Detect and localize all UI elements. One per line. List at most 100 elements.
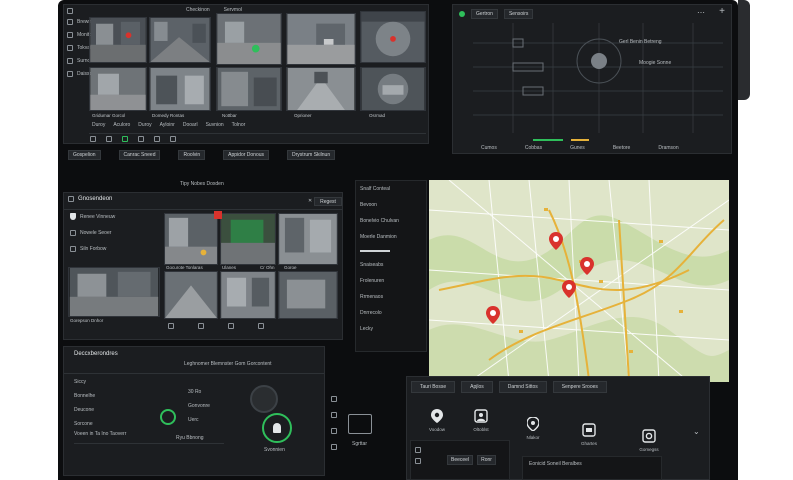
expand-icon[interactable] — [258, 323, 264, 329]
action-button[interactable]: Ryu Bbnong — [176, 435, 204, 441]
control-label[interactable]: Duroy — [92, 122, 105, 128]
tab[interactable]: Tauri Bosse — [411, 381, 456, 393]
map-pin-icon[interactable] — [549, 232, 563, 250]
more-icon[interactable]: ⋯ — [697, 8, 705, 17]
filter-button[interactable]: Gospelion — [68, 150, 101, 160]
panel-subtitle: Leghnomer Blemnster Gom Gorcontent — [184, 361, 272, 367]
volume-icon[interactable] — [170, 136, 176, 142]
filter-button[interactable]: Canrac Sneed — [118, 150, 161, 160]
camera-feed[interactable] — [89, 17, 147, 63]
control-label[interactable]: Tolnor — [232, 122, 246, 128]
snapshot-icon[interactable] — [138, 136, 144, 142]
zoom-icon[interactable] — [154, 136, 160, 142]
camera-feed[interactable] — [286, 13, 356, 65]
side-item[interactable]: Nowele Seoer — [80, 230, 111, 236]
quick-action[interactable]: Ghartes — [571, 423, 607, 446]
camera-feed[interactable] — [220, 271, 276, 319]
status-ring[interactable] — [262, 413, 292, 443]
tool-icon[interactable] — [331, 428, 337, 434]
tab[interactable]: Senpere Srooes — [552, 381, 607, 393]
camera-feed[interactable] — [216, 67, 282, 111]
sub-tab[interactable]: Ronr — [477, 455, 496, 465]
control-label[interactable]: Suvnion — [206, 122, 224, 128]
event-item[interactable]: Rrmenaos — [360, 294, 399, 300]
camera-feed[interactable] — [149, 67, 211, 111]
camera-feed[interactable] — [164, 271, 218, 319]
expand-icon[interactable] — [228, 323, 234, 329]
list-item[interactable]: Bonnelhe — [74, 393, 95, 399]
alert-icon[interactable] — [214, 211, 222, 219]
camera-feed[interactable] — [278, 271, 338, 319]
menu-icon[interactable] — [415, 447, 421, 453]
camera-feed[interactable] — [360, 67, 426, 111]
tool-icon[interactable] — [331, 444, 337, 450]
city-map[interactable] — [429, 180, 729, 382]
expand-icon[interactable] — [168, 323, 174, 329]
filter-button[interactable]: Roolvin — [178, 150, 206, 160]
tool-icon[interactable] — [331, 412, 337, 418]
analytics-panel: Deccxberondres Leghnomer Blemnster Gom G… — [63, 346, 325, 476]
region-dropdown[interactable]: Regest — [314, 197, 342, 206]
sub-tab[interactable]: Beeceel — [447, 455, 474, 465]
event-item[interactable]: Snalf Conteal — [360, 186, 399, 192]
camera-feed[interactable] — [149, 17, 211, 63]
scale-label: Dramson — [658, 145, 679, 151]
close-icon[interactable]: ✕ — [308, 198, 312, 204]
window-icon[interactable] — [67, 8, 73, 14]
divider — [89, 133, 426, 134]
tab-gertron[interactable]: Gertron — [471, 9, 498, 19]
quick-action[interactable]: Oltoblst — [463, 409, 499, 432]
tab[interactable]: Damnd Sittos — [498, 381, 547, 393]
map-pin-icon[interactable] — [562, 280, 576, 298]
user-tile[interactable] — [348, 414, 372, 434]
camera-feed[interactable] — [164, 213, 218, 265]
menu-icon[interactable] — [415, 458, 421, 464]
quick-action[interactable]: Gomegss — [631, 429, 667, 452]
add-icon[interactable]: + — [719, 6, 725, 17]
event-item[interactable]: Bonelvio Chulvan — [360, 218, 399, 224]
timer-dial[interactable] — [250, 385, 278, 413]
quick-action-label: Oltoblst — [473, 427, 489, 432]
event-item[interactable]: Dnrrecolo — [360, 310, 399, 316]
event-item[interactable]: Moerle Danmion — [360, 234, 399, 240]
camera-feed[interactable] — [286, 67, 356, 111]
camera-feed[interactable] — [216, 13, 282, 65]
control-label[interactable]: Dooarl — [183, 122, 198, 128]
quick-action[interactable]: Voodow — [419, 409, 455, 432]
camera-feed[interactable] — [68, 267, 160, 317]
map-pin-icon[interactable] — [580, 257, 594, 275]
map-pin-icon[interactable] — [486, 306, 500, 324]
camera-feed[interactable] — [220, 213, 276, 265]
quick-action[interactable]: Nlakor — [515, 417, 551, 440]
control-label[interactable]: Aculoro — [113, 122, 130, 128]
person-icon — [273, 423, 281, 433]
record-icon[interactable] — [122, 136, 128, 142]
tab-sensors[interactable]: Sensoirs — [503, 9, 534, 19]
timeline[interactable] — [74, 443, 224, 444]
list-item[interactable]: Sorcone — [74, 421, 95, 427]
event-item[interactable]: Lecky — [360, 326, 399, 332]
camera-feed[interactable] — [89, 67, 147, 111]
camera-feed[interactable] — [360, 11, 426, 63]
tool-icon[interactable] — [331, 396, 337, 402]
status-icon — [459, 11, 465, 17]
event-item[interactable]: Snaiseabs — [360, 262, 399, 268]
chevron-down-icon[interactable]: ⌄ — [693, 427, 700, 436]
control-label[interactable]: Duroy — [138, 122, 151, 128]
camera-feed[interactable] — [278, 213, 338, 265]
side-item[interactable]: Renee Vinneuw — [80, 214, 115, 220]
list-item[interactable]: Deucone — [74, 407, 95, 413]
side-item[interactable]: Siln Forbow — [80, 246, 106, 252]
expand-icon[interactable] — [198, 323, 204, 329]
tab[interactable]: Apjlos — [461, 381, 493, 393]
control-label[interactable]: Ayloinr — [160, 122, 175, 128]
filter-button[interactable]: Appidor Donous — [223, 150, 270, 160]
event-item[interactable]: Frolenuren — [360, 278, 399, 284]
filter-button[interactable]: Drystrum Skilnun — [287, 150, 336, 160]
event-item[interactable]: Bevoon — [360, 202, 399, 208]
list-item[interactable]: Siccy — [74, 379, 95, 385]
header-label-1[interactable]: Checkinon — [186, 7, 210, 13]
sub-panel: Beeceel Ronr — [410, 440, 510, 480]
play-icon[interactable] — [90, 136, 96, 142]
pause-icon[interactable] — [106, 136, 112, 142]
